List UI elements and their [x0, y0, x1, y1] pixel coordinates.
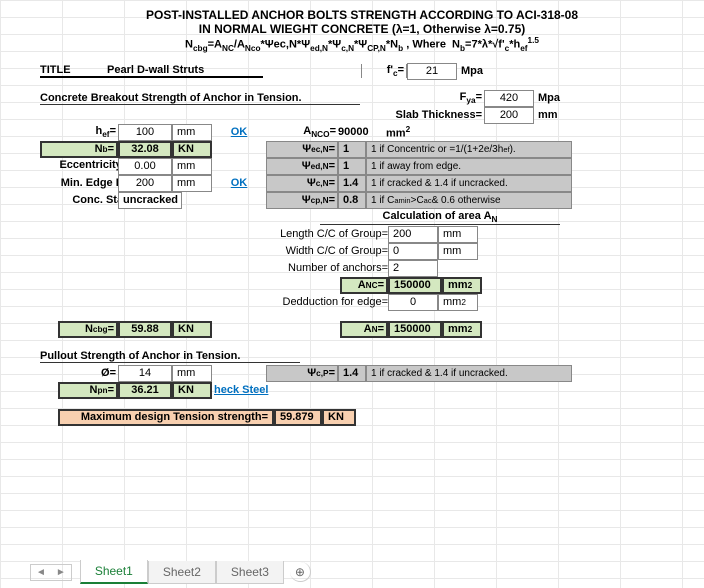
anco-unit: mm2 [384, 125, 428, 140]
num-value[interactable]: 2 [388, 260, 438, 277]
anc-unit: mm2 [442, 277, 482, 294]
ecc-unit: mm [172, 158, 212, 175]
anc-label: ANC= [340, 277, 388, 294]
hef-ok-link[interactable]: OK [212, 126, 266, 138]
max-label: Maximum design Tension strength= [58, 409, 274, 426]
dia-unit: mm [172, 365, 212, 382]
num-label: Number of anchors= [260, 262, 388, 274]
fc-label: f'c= [361, 64, 407, 78]
npn-label: Npn= [58, 382, 118, 399]
an-label: AN= [340, 321, 388, 338]
fya-label: Fya= [360, 91, 484, 105]
len-value[interactable]: 200 [388, 226, 438, 243]
anco-value: 90000 [338, 126, 384, 138]
psicp-label: Ψcp,N= [266, 192, 338, 209]
title-value[interactable]: Pearl D-wall Struts [107, 64, 263, 78]
area-calc-title: Calculation of area AN [320, 210, 560, 225]
nb-value: 32.08 [118, 141, 172, 158]
psicp-note: 1 if Camin>Cac & 0.6 otherwise [366, 192, 572, 209]
tab-nav-arrows[interactable]: ◄ ► [30, 564, 72, 581]
psicp2-label: Ψc,P= [266, 365, 338, 382]
hef-value[interactable]: 100 [118, 124, 172, 141]
hef-label: hef= [40, 125, 118, 139]
ded-unit: mm2 [438, 294, 478, 311]
psicp2-note: 1 if cracked & 1.4 if uncracked. [366, 365, 572, 382]
slab-value[interactable]: 200 [484, 107, 534, 124]
page-title-2: IN NORMAL WIEGHT CONCRETE (λ=1, Otherwis… [40, 22, 684, 36]
ded-value[interactable]: 0 [388, 294, 438, 311]
slab-unit: mm [534, 109, 574, 121]
psic-note: 1 if cracked & 1.4 if uncracked. [366, 175, 572, 192]
psiec-note: 1 if Concentric or =1/(1+2e/3hef). [366, 141, 572, 158]
ncbg-value: 59.88 [118, 321, 172, 338]
sheet-tabs: ◄ ► Sheet1 Sheet2 Sheet3 ⊕ [30, 560, 311, 584]
psied-label: Ψed,N= [266, 158, 338, 175]
wid-unit: mm [438, 243, 478, 260]
npn-value: 36.21 [118, 382, 172, 399]
an-value: 150000 [388, 321, 442, 338]
psic-label: Ψc,N= [266, 175, 338, 192]
title-label: TITLE [40, 64, 107, 78]
section-pullout: Pullout Strength of Anchor in Tension. [40, 350, 300, 363]
npn-unit: KN [172, 382, 212, 399]
section-breakout: Concrete Breakout Strength of Anchor in … [40, 92, 360, 105]
psied-note: 1 if away from edge. [366, 158, 572, 175]
conc-value[interactable]: uncracked [118, 192, 182, 209]
tab-sheet1[interactable]: Sheet1 [80, 560, 148, 584]
ecc-value[interactable]: 0.00 [118, 158, 172, 175]
nb-unit: KN [172, 141, 212, 158]
wid-value[interactable]: 0 [388, 243, 438, 260]
psiec-label: Ψec,N= [266, 141, 338, 158]
ncbg-label: Ncbg= [58, 321, 118, 338]
fc-unit: Mpa [457, 65, 497, 77]
ncbg-unit: KN [172, 321, 212, 338]
minedge-value[interactable]: 200 [118, 175, 172, 192]
tab-sheet2[interactable]: Sheet2 [148, 561, 216, 584]
an-unit: mm2 [442, 321, 482, 338]
hef-unit: mm [172, 124, 212, 141]
anc-value: 150000 [388, 277, 442, 294]
psied-value: 1 [338, 158, 366, 175]
tab-sheet3[interactable]: Sheet3 [216, 561, 284, 584]
chevron-right-icon[interactable]: ► [51, 565, 71, 580]
wid-label: Width C/C of Group= [260, 245, 388, 257]
fya-value[interactable]: 420 [484, 90, 534, 107]
page-title-1: POST-INSTALLED ANCHOR BOLTS STRENGTH ACC… [40, 8, 684, 22]
dia-label: Ø= [40, 367, 118, 379]
len-label: Length C/C of Group= [260, 228, 388, 240]
psicp-value: 0.8 [338, 192, 366, 209]
nb-label: Nb= [40, 141, 118, 158]
ded-label: Dedduction for edge= [260, 296, 388, 308]
psiec-value: 1 [338, 141, 366, 158]
add-sheet-button[interactable]: ⊕ [290, 562, 311, 582]
minedge-unit: mm [172, 175, 212, 192]
formula: Ncbg=ANC/ANco*Ψec,N*Ψed,N*Ψc,N*ΨCP,N*Nb … [40, 36, 684, 53]
len-unit: mm [438, 226, 478, 243]
max-unit: KN [322, 409, 356, 426]
psicp2-value: 1.4 [338, 365, 366, 382]
anco-label: ANCO= [266, 125, 338, 139]
fya-unit: Mpa [534, 92, 574, 104]
dia-value[interactable]: 14 [118, 365, 172, 382]
fc-value[interactable]: 21 [407, 63, 457, 80]
psic-value: 1.4 [338, 175, 366, 192]
max-value: 59.879 [274, 409, 322, 426]
minedge-ok-link[interactable]: OK [212, 177, 266, 189]
chevron-left-icon[interactable]: ◄ [31, 565, 51, 580]
slab-label: Slab Thickness= [384, 109, 484, 121]
check-steel-link[interactable]: heck Steel [212, 384, 268, 396]
